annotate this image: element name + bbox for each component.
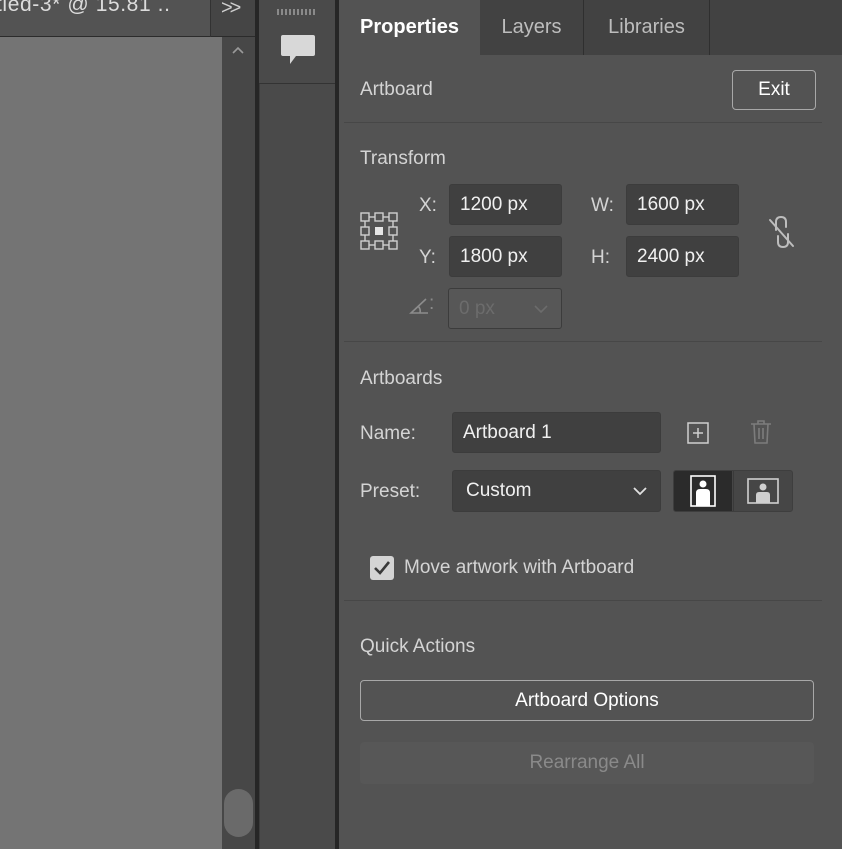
comment-bubble-icon	[281, 35, 315, 64]
move-artwork-label[interactable]: Move artwork with Artboard	[404, 557, 634, 579]
transform-section-title: Transform	[360, 148, 446, 169]
trash-icon[interactable]	[750, 419, 772, 445]
corner-angle-value: 0 px	[459, 297, 495, 319]
angle-label: :	[429, 293, 435, 314]
exit-artboard-button[interactable]: Exit	[732, 70, 816, 110]
width-field[interactable]: 1600 px	[626, 184, 739, 225]
orientation-toggle	[673, 470, 793, 512]
chevron-down-icon	[534, 304, 548, 313]
tab-properties[interactable]: Properties	[339, 0, 480, 55]
tab-libraries[interactable]: Libraries	[584, 0, 710, 55]
name-label: Name:	[360, 423, 416, 444]
scroll-up-arrow-icon[interactable]	[231, 43, 245, 57]
scrollbar-thumb[interactable]	[224, 789, 253, 837]
portrait-orientation-button[interactable]	[674, 471, 732, 511]
x-position-field[interactable]: 1200 px	[449, 184, 562, 225]
preset-dropdown[interactable]: Custom	[452, 470, 661, 512]
tab-overflow-button[interactable]: >>	[211, 0, 256, 37]
corner-angle-field: 0 px	[448, 288, 562, 329]
strip-rail	[259, 84, 335, 849]
section-divider	[344, 341, 822, 342]
landscape-icon	[747, 478, 779, 504]
document-canvas[interactable]	[0, 37, 222, 849]
constrain-proportions-link-icon[interactable]	[766, 214, 798, 250]
rearrange-all-button: Rearrange All	[360, 742, 814, 784]
section-divider	[344, 600, 822, 601]
document-tab-title: tled-3* @ 15.81 ..	[0, 0, 171, 16]
tab-layers[interactable]: Layers	[480, 0, 584, 55]
properties-panel: Properties Layers Libraries Artboard Exi…	[339, 0, 842, 849]
comments-panel-button[interactable]	[259, 22, 335, 84]
height-field[interactable]: 2400 px	[626, 236, 739, 277]
tab-label: Properties	[360, 16, 459, 38]
angle-icon	[409, 298, 428, 314]
artboard-options-button[interactable]: Artboard Options	[360, 680, 814, 721]
collapsed-panel-strip	[259, 0, 335, 849]
y-label: Y:	[419, 247, 436, 268]
reference-point-icon[interactable]	[360, 212, 398, 250]
tab-label: Libraries	[608, 16, 685, 38]
y-position-field[interactable]: 1800 px	[449, 236, 562, 277]
w-label: W:	[591, 195, 614, 216]
artboard-section-title: Artboard	[360, 79, 433, 100]
new-artboard-icon[interactable]	[687, 422, 709, 444]
document-tab[interactable]: tled-3* @ 15.81 ..	[0, 0, 210, 37]
portrait-icon	[690, 475, 716, 507]
preset-selected-value: Custom	[466, 480, 532, 501]
chevron-down-icon	[633, 487, 647, 496]
x-label: X:	[419, 195, 437, 216]
h-label: H:	[591, 247, 610, 268]
landscape-orientation-button[interactable]	[733, 471, 792, 511]
move-artwork-checkbox[interactable]	[370, 556, 394, 580]
section-divider	[344, 122, 822, 123]
vertical-scrollbar[interactable]	[222, 37, 255, 849]
artboard-name-field[interactable]: Artboard 1	[452, 412, 661, 453]
preset-label: Preset:	[360, 481, 421, 502]
double-chevron-right-icon: >>	[221, 0, 241, 19]
artboards-section-title: Artboards	[360, 368, 443, 389]
tab-label: Layers	[501, 16, 562, 38]
quick-actions-title: Quick Actions	[360, 636, 476, 657]
panel-tab-bar: Properties Layers Libraries	[339, 0, 842, 55]
drag-grip[interactable]	[277, 9, 317, 15]
checkmark-icon	[374, 561, 391, 575]
